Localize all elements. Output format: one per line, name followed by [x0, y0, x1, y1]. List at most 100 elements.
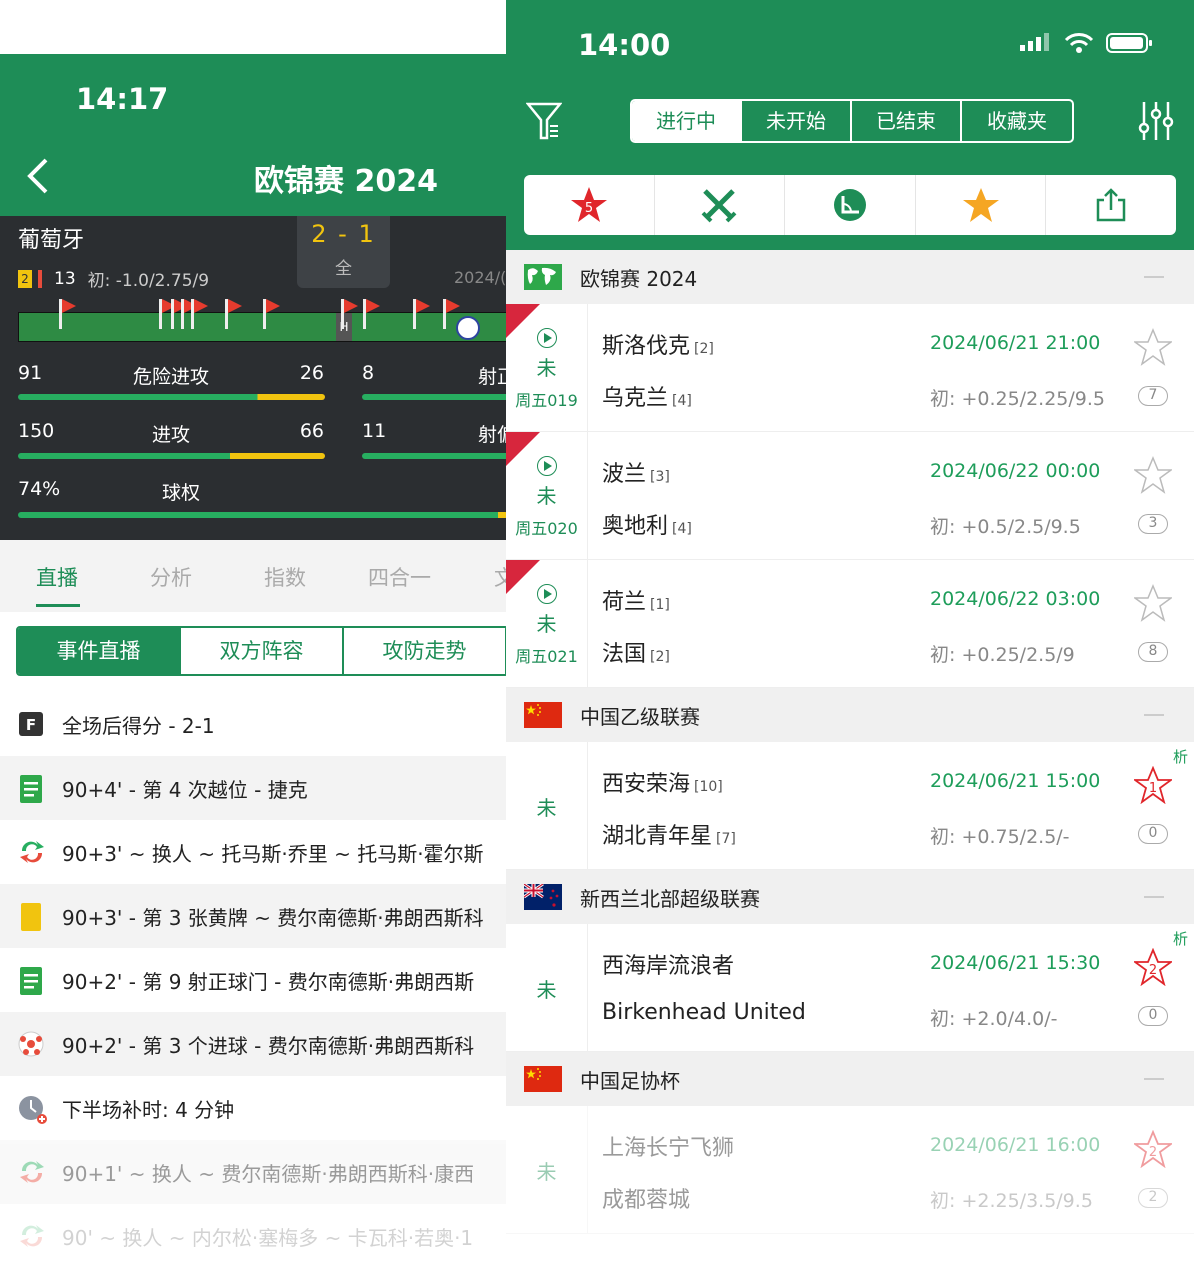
clock-icon: [18, 1095, 47, 1124]
list-item[interactable]: 90+3' - 第 3 张黄牌 ~ 费尔南德斯·弗朗西斯科: [0, 884, 506, 948]
match-datetime: 2024/06/21 15:00: [930, 770, 1101, 792]
hot-star-button[interactable]: 5: [524, 175, 655, 235]
corner-flag-icon: [159, 299, 176, 329]
match-row[interactable]: 未 西海岸流浪者 Birkenhead United 2024/06/21 15…: [506, 924, 1194, 1052]
league-header[interactable]: 中国乙级联赛: [506, 688, 1194, 742]
home-team-name: 波兰: [602, 462, 647, 487]
analysis-tag[interactable]: 析: [1173, 928, 1188, 949]
stats-icon: [18, 967, 44, 995]
home-team: 西海岸流浪者: [602, 948, 738, 980]
play-icon[interactable]: [536, 456, 557, 476]
substitution-icon: [18, 1159, 44, 1185]
segment-events[interactable]: 事件直播: [18, 628, 181, 674]
tab-live[interactable]: 直播: [36, 562, 78, 592]
collapse-dash-icon[interactable]: [1144, 1078, 1164, 1080]
segment-lineups[interactable]: 双方阵容: [181, 628, 344, 674]
stat-shots-on: 8 射正: [362, 362, 506, 388]
corner-button[interactable]: [785, 175, 916, 235]
score: 2 - 1: [311, 220, 376, 248]
segment-favorites[interactable]: 收藏夹: [962, 101, 1072, 141]
list-item[interactable]: 90+2' - 第 9 射正球门 - 费尔南德斯·弗朗西斯: [0, 948, 506, 1012]
segment-upcoming[interactable]: 未开始: [742, 101, 852, 141]
match-row[interactable]: 未 周五020 波兰 [3] 奥地利 [4] 2024/06/22 00:00 初:…: [506, 432, 1194, 560]
tab-four-in-one[interactable]: 四合一: [368, 562, 431, 592]
segment-momentum[interactable]: 攻防走势: [344, 628, 506, 674]
red-star-rating-icon[interactable]: 2: [1134, 948, 1172, 986]
list-item[interactable]: 90+2' - 第 3 个进球 - 费尔南德斯·弗朗西斯科: [0, 1012, 506, 1076]
svg-text:5: 5: [585, 201, 593, 216]
settings-sliders-icon[interactable]: [1138, 100, 1174, 142]
tab-analysis[interactable]: 分析: [150, 562, 192, 592]
home-team-name: 西安荣海: [602, 772, 691, 797]
svg-text:1: 1: [1149, 781, 1157, 796]
yellow-card-icon: 2: [18, 269, 32, 288]
home-rank: [1]: [650, 597, 670, 613]
league-header[interactable]: 新西兰北部超级联赛: [506, 870, 1194, 924]
collapse-dash-icon[interactable]: [1144, 714, 1164, 716]
red-star-rating-icon[interactable]: 2: [1134, 1130, 1172, 1168]
back-chevron-icon[interactable]: [22, 154, 62, 198]
match-stats-panel: 葡萄牙 2 - 1 全 2 13 初: -1.0/2.75/9 2024/( H: [0, 216, 506, 540]
list-item[interactable]: 90+1' ~ 换人 ~ 费尔南德斯·弗朗西斯科·康西: [0, 1140, 506, 1204]
stats-icon: [18, 775, 44, 803]
svg-text:2: 2: [1149, 963, 1157, 978]
list-item[interactable]: 90' ~ 换人 ~ 内尔松·塞梅多 ~ 卡瓦科·若奥·1: [0, 1204, 506, 1268]
favorite-star-outline-icon[interactable]: [1134, 456, 1172, 494]
match-number: 周五020: [515, 519, 578, 538]
initial-odds: 初: +2.25/3.5/9.5: [930, 1190, 1093, 1212]
event-text: 全场后得分 - 2-1: [62, 713, 215, 738]
list-item[interactable]: 90+4' - 第 4 次越位 - 捷克: [0, 756, 506, 820]
corner-flag-icon: [341, 299, 358, 329]
score-box[interactable]: 2 - 1 全: [297, 216, 390, 288]
segment-in-progress[interactable]: 进行中: [632, 101, 742, 141]
play-icon[interactable]: [536, 328, 557, 348]
corner-flag-icon: [413, 299, 430, 329]
event-text: 90' ~ 换人 ~ 内尔松·塞梅多 ~ 卡瓦科·若奥·1: [62, 1225, 474, 1250]
collapse-dash-icon[interactable]: [1144, 276, 1164, 278]
league-name: 新西兰北部超级联赛: [580, 886, 760, 911]
detail-tabs: 直播 分析 指数 四合一 文: [0, 540, 506, 612]
yellow-card-icon: [18, 903, 44, 931]
stat-away-value: 66: [299, 420, 324, 442]
comment-count-badge: 7: [1138, 386, 1168, 406]
china-flag-icon: [524, 1066, 562, 1092]
league-header[interactable]: 中国足协杯: [506, 1052, 1194, 1106]
match-status-column: 未 周五019: [506, 304, 588, 432]
home-team: 斯洛伐克 [2]: [602, 328, 714, 360]
live-segment-control: 事件直播 双方阵容 攻防走势: [16, 626, 506, 676]
gold-star-icon: [962, 188, 999, 222]
league-header[interactable]: 欧锦赛 2024: [506, 250, 1194, 304]
collapse-dash-icon[interactable]: [1144, 896, 1164, 898]
event-list: F 全场后得分 - 2-1 90+4' - 第 4 次越位 - 捷克 90+3'…: [0, 692, 506, 1268]
match-row[interactable]: 未 周五019 斯洛伐克 [2] 乌克兰 [4] 2024/06/21 21:00 …: [506, 304, 1194, 432]
match-number: 周五021: [515, 647, 578, 666]
red-star-rating-icon[interactable]: 1: [1134, 766, 1172, 804]
corner-flag-icon: [181, 299, 198, 329]
match-row[interactable]: 未 周五021 荷兰 [1] 法国 [2] 2024/06/22 03:00 初: …: [506, 560, 1194, 688]
match-list: 欧锦赛 2024 未 周五019 斯洛伐克 [2] 乌克兰 [4] 2024/06/…: [506, 250, 1194, 1234]
goal-ball-icon: [456, 316, 480, 340]
favorite-star-outline-icon[interactable]: [1134, 328, 1172, 366]
stat-name: 射正: [478, 366, 506, 388]
tab-text[interactable]: 文: [494, 562, 506, 592]
tab-odds[interactable]: 指数: [264, 562, 306, 592]
stat-bar: [362, 394, 506, 400]
list-item[interactable]: F 全场后得分 - 2-1: [0, 692, 506, 756]
versus-button[interactable]: [655, 175, 786, 235]
event-text: 90+3' - 第 3 张黄牌 ~ 费尔南德斯·弗朗西斯科: [62, 905, 484, 930]
list-item[interactable]: 90+3' ~ 换人 ~ 托马斯·乔里 ~ 托马斯·霍尔斯: [0, 820, 506, 884]
comment-count-badge: 2: [1138, 1188, 1168, 1208]
filter-icon[interactable]: [525, 100, 563, 142]
match-row[interactable]: 未 上海长宁飞狮 成都蓉城 2024/06/21 16:00 初: +2.25/…: [506, 1106, 1194, 1234]
stat-name: 进攻: [151, 424, 190, 446]
favorite-star-button[interactable]: [916, 175, 1047, 235]
share-button[interactable]: [1046, 175, 1176, 235]
corner-flag-icon: [171, 299, 188, 329]
analysis-tag[interactable]: 析: [1173, 746, 1188, 767]
segment-finished[interactable]: 已结束: [852, 101, 962, 141]
favorite-star-outline-icon[interactable]: [1134, 584, 1172, 622]
play-icon[interactable]: [536, 584, 557, 604]
list-item[interactable]: 下半场补时: 4 分钟: [0, 1076, 506, 1140]
away-team-name: 成都蓉城: [602, 1188, 691, 1213]
match-row[interactable]: 未 西安荣海 [10] 湖北青年星 [7] 2024/06/21 15:00 初: …: [506, 742, 1194, 870]
